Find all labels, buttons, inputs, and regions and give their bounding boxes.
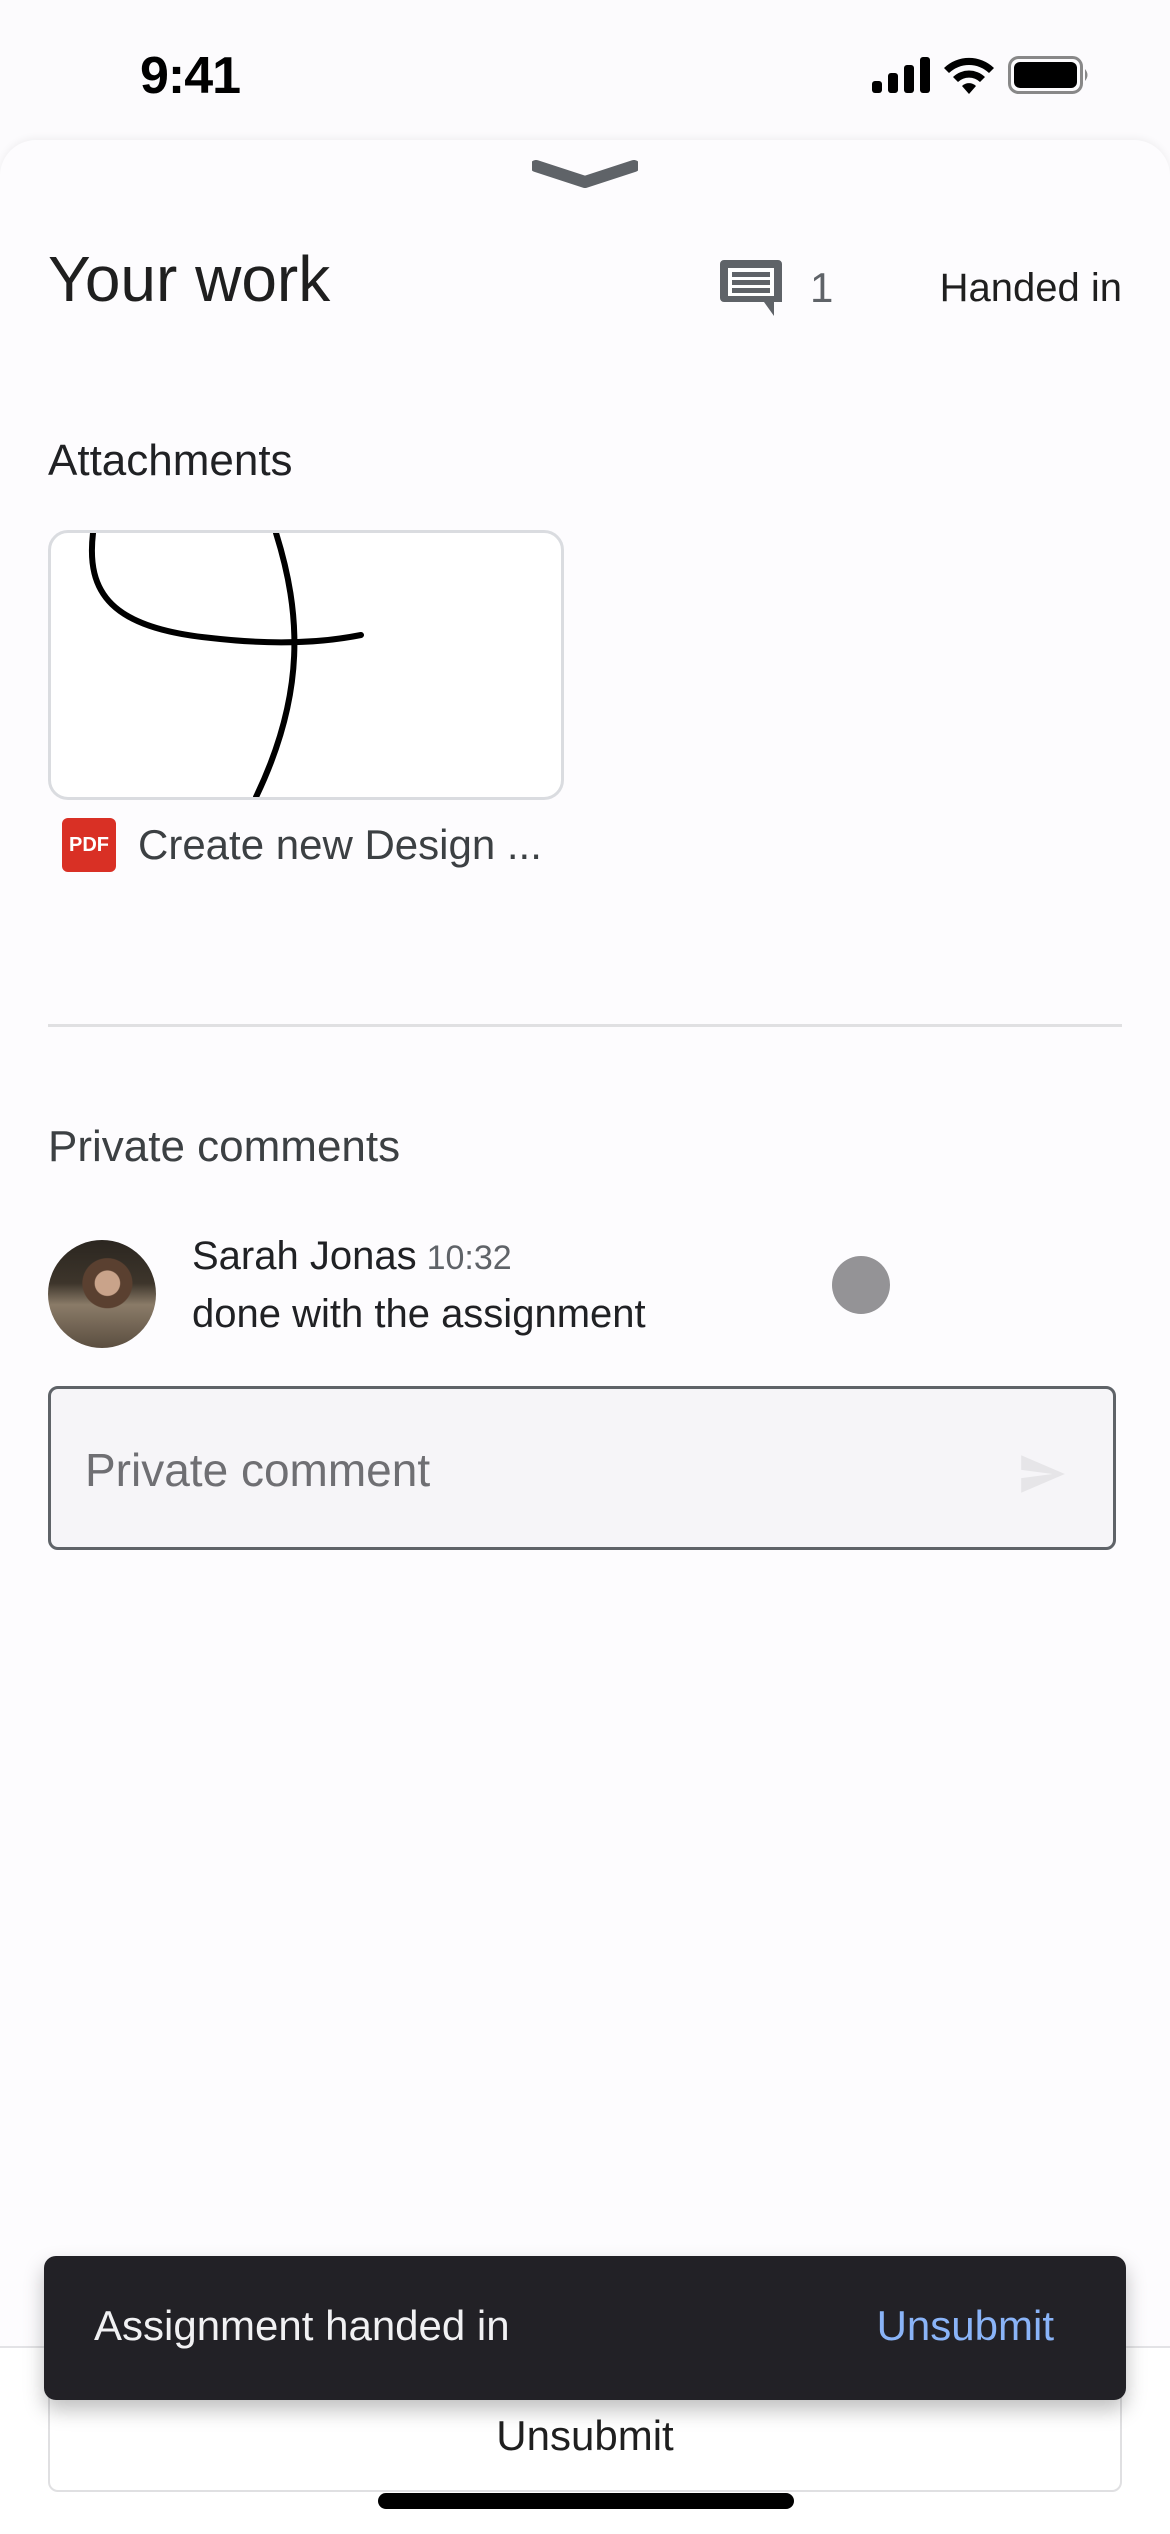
comment-author: Sarah Jonas 10:32 bbox=[192, 1234, 512, 1279]
snackbar-message: Assignment handed in bbox=[94, 2302, 510, 2349]
submission-status: Handed in bbox=[939, 266, 1122, 310]
attachment-item[interactable]: PDF Create new Design ... bbox=[62, 818, 542, 872]
page-title: Your work bbox=[48, 243, 331, 315]
snackbar: Assignment handed in Unsubmit bbox=[44, 2256, 1126, 2400]
divider bbox=[48, 1024, 1122, 1027]
sheet-collapse-handle-icon[interactable] bbox=[532, 160, 638, 190]
comment-time: 10:32 bbox=[426, 1239, 512, 1277]
comment-input-placeholder: Private comment bbox=[85, 1444, 431, 1496]
private-comments-heading: Private comments bbox=[48, 1122, 401, 1171]
comment-count-button[interactable]: 1 bbox=[720, 258, 833, 318]
your-work-sheet: Your work 1 Handed in Attachments PDF Cr… bbox=[0, 140, 1170, 2532]
signal-icon bbox=[872, 57, 930, 93]
wifi-icon bbox=[944, 57, 994, 94]
send-icon[interactable] bbox=[1017, 1449, 1067, 1499]
pdf-icon: PDF bbox=[62, 818, 116, 872]
battery-icon bbox=[1008, 56, 1088, 94]
avatar bbox=[48, 1240, 156, 1348]
comment-text: done with the assignment bbox=[192, 1292, 646, 1336]
attachments-heading: Attachments bbox=[48, 436, 293, 485]
status-time: 9:41 bbox=[140, 47, 241, 105]
attachment-thumbnail[interactable] bbox=[48, 530, 564, 800]
drawing-preview bbox=[89, 533, 364, 797]
status-bar: 9:41 bbox=[0, 0, 1170, 140]
comment-author-name: Sarah Jonas bbox=[192, 1234, 417, 1278]
home-indicator[interactable] bbox=[378, 2493, 794, 2509]
comment-icon bbox=[720, 260, 782, 316]
snackbar-unsubmit-action[interactable]: Unsubmit bbox=[877, 2302, 1054, 2350]
status-icons bbox=[872, 56, 1090, 94]
private-comment-input[interactable]: Private comment bbox=[48, 1386, 1116, 1550]
touch-indicator bbox=[832, 1256, 890, 1314]
comment-count: 1 bbox=[810, 264, 834, 311]
attachment-name: Create new Design ... bbox=[138, 821, 542, 868]
